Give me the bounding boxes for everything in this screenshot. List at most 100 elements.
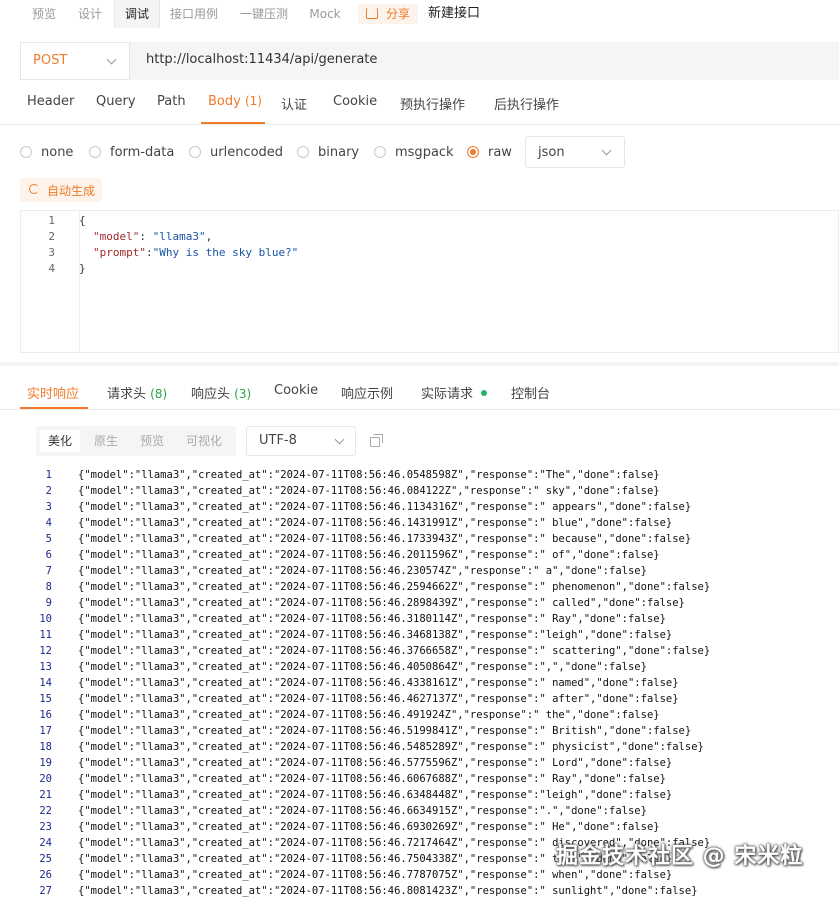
response-line: 22 {"model":"llama3","created_at":"2024-0… (0, 804, 839, 820)
response-line-text: {"model":"llama3","created_at":"2024-07-… (78, 469, 660, 481)
response-line-text: {"model":"llama3","created_at":"2024-07-… (78, 549, 660, 561)
url-bar: POST http://localhost:11434/api/generate (20, 42, 839, 80)
response-line-text: {"model":"llama3","created_at":"2024-07-… (78, 741, 704, 753)
auto-generate-button[interactable]: 自动生成 (20, 178, 102, 202)
res-tab-cookie[interactable]: Cookie (274, 383, 318, 398)
share-label: 分享 (386, 7, 411, 21)
response-line: 2 {"model":"llama3","created_at":"2024-07… (0, 484, 839, 500)
res-tab-request-headers[interactable]: 请求头 (8) (107, 383, 167, 402)
line-number: 14 (39, 677, 52, 689)
response-line-text: {"model":"llama3","created_at":"2024-07-… (78, 773, 666, 785)
res-tab-request-headers-label: 请求头 (107, 387, 147, 402)
line-number: 17 (39, 725, 52, 737)
res-tab-response-headers-label: 响应头 (191, 387, 231, 402)
tab-mock[interactable]: Mock (302, 0, 348, 28)
response-line-text: {"model":"llama3","created_at":"2024-07-… (78, 565, 647, 577)
code-brace: { (79, 214, 86, 227)
response-line: 6 {"model":"llama3","created_at":"2024-07… (0, 548, 839, 564)
editor-gutter: 1 2 3 4 (21, 211, 80, 352)
response-line-text: {"model":"llama3","created_at":"2024-07-… (78, 821, 660, 833)
line-number: 2 (48, 230, 55, 243)
view-preview[interactable]: 预览 (130, 430, 174, 452)
line-number: 7 (45, 565, 52, 577)
response-line-text: {"model":"llama3","created_at":"2024-07-… (78, 757, 673, 769)
line-number: 10 (39, 613, 52, 625)
code-line: "prompt":"Why is the sky blue?" (93, 246, 298, 259)
refresh-icon (29, 184, 39, 194)
code-comma: , (205, 230, 213, 243)
divider (0, 409, 839, 410)
tab-api-cases[interactable]: 接口用例 (162, 0, 226, 28)
radio-raw-label: raw (488, 145, 512, 160)
line-number: 4 (48, 262, 55, 275)
response-line: 26 {"model":"llama3","created_at":"2024-0… (0, 868, 839, 884)
res-tab-actual-request[interactable]: 实际请求 (421, 383, 473, 402)
radio-urlencoded-label: urlencoded (210, 145, 284, 160)
line-number: 5 (45, 533, 52, 545)
line-number: 26 (39, 869, 52, 881)
url-input[interactable]: http://localhost:11434/api/generate (146, 52, 377, 67)
line-number: 20 (39, 773, 52, 785)
req-tab-path[interactable]: Path (157, 94, 186, 122)
method-select[interactable]: POST (20, 42, 130, 80)
radio-form-data-label: form-data (110, 145, 175, 160)
response-line-text: {"model":"llama3","created_at":"2024-07-… (78, 885, 698, 897)
tab-load-test[interactable]: 一键压测 (232, 0, 296, 28)
view-pretty[interactable]: 美化 (40, 430, 80, 452)
response-line: 21 {"model":"llama3","created_at":"2024-0… (0, 788, 839, 804)
code-sep: : (145, 246, 153, 259)
res-tab-response-headers[interactable]: 响应头 (3) (191, 383, 251, 402)
copy-icon[interactable] (370, 434, 383, 447)
response-line: 13 {"model":"llama3","created_at":"2024-0… (0, 660, 839, 676)
radio-dot (20, 146, 32, 158)
view-raw[interactable]: 原生 (84, 430, 128, 452)
raw-format-select[interactable]: json (525, 136, 625, 168)
req-tab-header[interactable]: Header (27, 94, 74, 122)
radio-binary-label: binary (318, 145, 360, 160)
req-tab-query[interactable]: Query (96, 94, 136, 122)
encoding-select[interactable]: UTF-8 (246, 426, 356, 456)
line-number: 16 (39, 709, 52, 721)
res-tab-example[interactable]: 响应示例 (341, 383, 393, 402)
tab-design[interactable]: 设计 (68, 0, 112, 28)
body-code-editor[interactable]: 1 2 3 4 { "model": "llama3", "prompt":"W… (20, 210, 839, 353)
line-number: 13 (39, 661, 52, 673)
chevron-down-icon (106, 54, 117, 65)
req-tab-post-actions[interactable]: 后执行操作 (494, 94, 559, 122)
response-line-text: {"model":"llama3","created_at":"2024-07-… (78, 485, 660, 497)
line-number: 4 (45, 517, 52, 529)
res-tab-realtime[interactable]: 实时响应 (27, 383, 79, 402)
res-tab-response-headers-count: (3) (234, 387, 252, 401)
chevron-down-icon (601, 145, 612, 156)
line-number: 25 (39, 853, 52, 865)
tab-debug[interactable]: 调试 (114, 0, 160, 28)
line-number: 2 (45, 485, 52, 497)
radio-dot (374, 146, 386, 158)
req-tab-auth[interactable]: 认证 (281, 94, 307, 122)
new-api-title[interactable]: 新建接口 (428, 0, 480, 28)
line-number: 1 (45, 469, 52, 481)
code-val-model: "llama3" (152, 230, 206, 243)
response-line-text: {"model":"llama3","created_at":"2024-07-… (78, 581, 711, 593)
response-line: 14 {"model":"llama3","created_at":"2024-0… (0, 676, 839, 692)
line-number: 18 (39, 741, 52, 753)
response-line: 4 {"model":"llama3","created_at":"2024-07… (0, 516, 839, 532)
response-line: 19 {"model":"llama3","created_at":"2024-0… (0, 756, 839, 772)
chevron-down-icon (334, 434, 345, 445)
line-number: 8 (45, 581, 52, 593)
response-line: 17 {"model":"llama3","created_at":"2024-0… (0, 724, 839, 740)
code-key-model: "model" (93, 230, 140, 243)
tab-preview[interactable]: 预览 (22, 0, 66, 28)
response-line: 12 {"model":"llama3","created_at":"2024-0… (0, 644, 839, 660)
view-visualize[interactable]: 可视化 (176, 430, 232, 452)
line-number: 3 (48, 246, 55, 259)
req-tab-cookie[interactable]: Cookie (333, 94, 377, 122)
share-button[interactable]: 分享 (358, 4, 418, 24)
res-tab-console[interactable]: 控制台 (511, 383, 550, 402)
line-number: 3 (45, 501, 52, 513)
req-tab-body[interactable]: Body (1) (208, 94, 262, 122)
divider (0, 124, 839, 125)
response-line: 1 {"model":"llama3","created_at":"2024-07… (0, 468, 839, 484)
response-line-text: {"model":"llama3","created_at":"2024-07-… (78, 613, 666, 625)
req-tab-pre-actions[interactable]: 预执行操作 (400, 94, 465, 122)
